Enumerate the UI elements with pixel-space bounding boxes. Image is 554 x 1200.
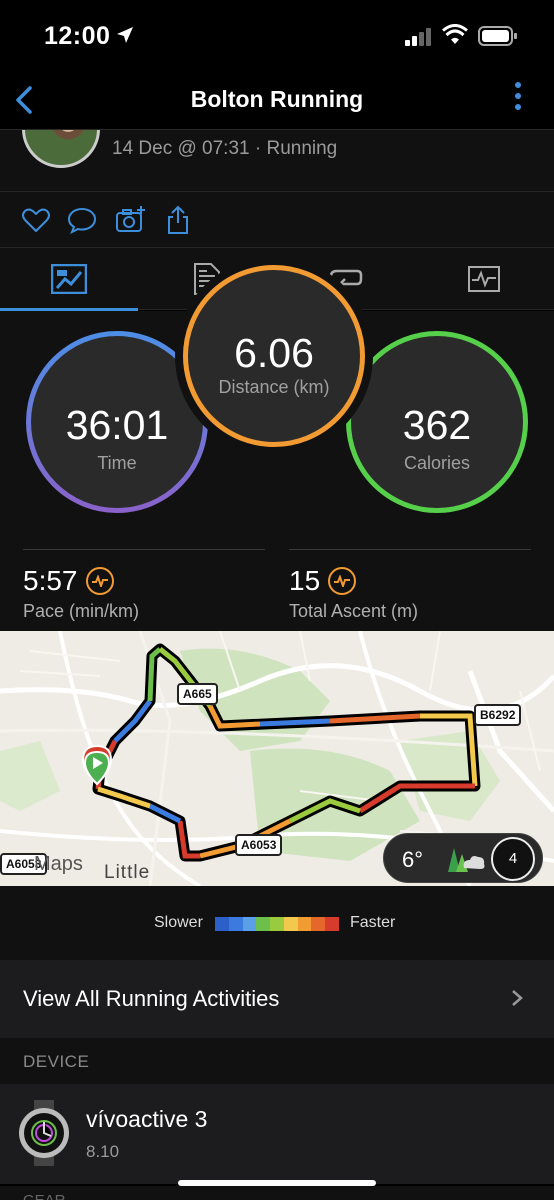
tab-charts[interactable] — [415, 248, 553, 310]
tab-overview[interactable] — [0, 248, 138, 311]
like-heart-icon[interactable] — [20, 204, 52, 236]
legend-color-swatch — [297, 917, 312, 931]
divider — [23, 549, 265, 550]
time-value: 36:01 — [65, 402, 169, 448]
legend-faster-label: Faster — [350, 914, 396, 931]
charts-heartrate-icon — [468, 266, 500, 292]
legend-color-swatch — [256, 917, 271, 931]
legend-color-swatch — [311, 917, 326, 931]
status-bar: 12:00 — [0, 0, 554, 72]
ascent-value: 15 — [289, 565, 321, 596]
divider — [289, 549, 531, 550]
legend-color-swatch — [283, 917, 298, 931]
device-row[interactable]: vívoactive 3 8.10 — [0, 1084, 554, 1184]
more-options-icon[interactable] — [512, 82, 524, 118]
overview-dashboard-icon — [51, 264, 87, 294]
calories-value: 362 — [402, 402, 472, 448]
time-ring[interactable]: 36:01 Time — [26, 331, 208, 513]
activity-date-type: 14 Dec @ 07:31 · Running — [112, 138, 338, 159]
ascent-label: Total Ascent (m) — [289, 601, 419, 621]
device-section-header: DEVICE — [0, 1038, 554, 1084]
activity-header: 14 Dec @ 07:31 · Running — [0, 130, 554, 192]
weather-badge[interactable]: 6° 4 — [383, 833, 543, 883]
weather-temp: 6° — [402, 847, 424, 872]
watch-icon — [19, 1100, 69, 1166]
legend-color-bar — [215, 917, 340, 931]
map-place-label: Little — [104, 862, 151, 883]
home-indicator[interactable] — [178, 1180, 376, 1186]
route-map[interactable]: A665 B6292 A6053 A6053 Maps Little 6° 4 — [0, 631, 554, 886]
nav-bar: Bolton Running — [0, 72, 554, 130]
section-title: DEVICE — [23, 1052, 90, 1071]
road-label: A6053 — [235, 834, 283, 856]
view-all-label: View All Running Activities — [23, 986, 280, 1011]
gear-section-header: GEAR — [0, 1186, 554, 1200]
pace-legend: Slower Faster — [0, 886, 554, 960]
cellular-signal-icon — [405, 28, 431, 46]
heart-rate-wave-icon — [85, 567, 114, 595]
wind-speed-dial: 4 — [491, 837, 535, 881]
road-label: B6292 — [474, 704, 522, 726]
distance-value: 6.06 — [234, 330, 314, 376]
add-photo-camera-icon[interactable] — [114, 204, 146, 236]
chevron-right-icon — [512, 990, 523, 1006]
share-icon[interactable] — [162, 204, 194, 236]
distance-ring[interactable]: 6.06 Distance (km) — [183, 265, 365, 447]
start-marker-icon[interactable] — [80, 744, 114, 786]
calories-ring[interactable]: 362 Calories — [346, 331, 528, 513]
action-bar — [0, 192, 554, 248]
cloud-trees-icon — [448, 848, 485, 872]
view-all-activities-row[interactable]: View All Running Activities — [0, 960, 554, 1038]
device-version: 8.10 — [86, 1142, 120, 1161]
road-label: A665 — [177, 683, 218, 705]
heart-rate-wave-icon — [328, 567, 357, 595]
legend-color-swatch — [215, 917, 229, 931]
ascent-metric[interactable]: 15 Total Ascent (m) — [289, 565, 418, 622]
battery-icon — [478, 26, 517, 46]
section-title: GEAR — [23, 1192, 66, 1200]
status-time: 12:00 — [44, 22, 111, 50]
apple-maps-logo: Maps — [34, 853, 83, 875]
legend-color-swatch — [242, 917, 257, 931]
legend-color-swatch — [228, 917, 243, 931]
pace-metric[interactable]: 5:57 Pace (min/km) — [23, 565, 139, 622]
legend-slower-label: Slower — [154, 914, 203, 931]
pace-value: 5:57 — [23, 565, 78, 596]
wifi-icon — [442, 24, 468, 44]
page-title: Bolton Running — [190, 86, 364, 112]
stats-panel: 36:01 Time 362 Calories 6.06 Distance (k… — [0, 265, 554, 631]
distance-label: Distance (km) — [218, 377, 330, 397]
time-label: Time — [97, 453, 137, 473]
legend-color-swatch — [270, 917, 284, 931]
avatar[interactable] — [22, 130, 100, 168]
pace-label: Pace (min/km) — [23, 601, 140, 621]
comment-bubble-icon[interactable] — [66, 204, 98, 236]
calories-label: Calories — [403, 453, 471, 473]
legend-color-swatch — [325, 917, 340, 931]
device-name: vívoactive 3 — [86, 1106, 208, 1132]
location-arrow-icon — [117, 27, 133, 43]
